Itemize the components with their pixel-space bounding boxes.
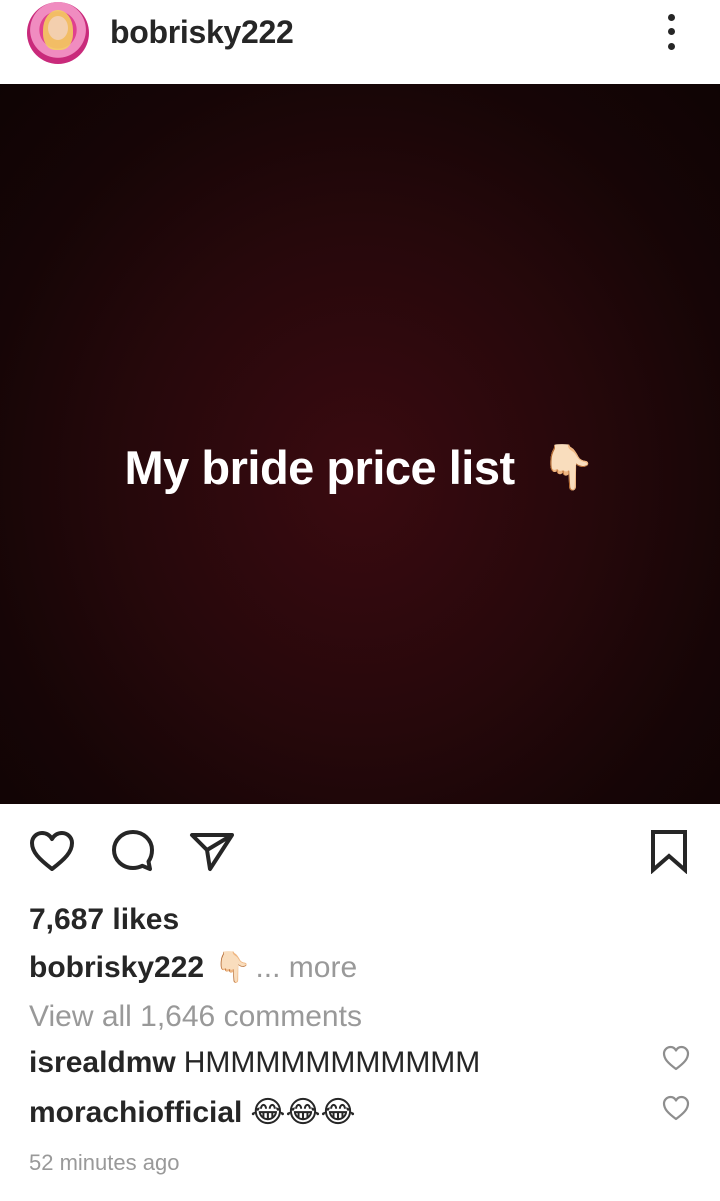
caption-more-link[interactable]: ... more xyxy=(255,951,357,985)
comment-row: isrealdmw HMMMMMMMMMMM xyxy=(29,1046,480,1080)
comment-text: 😂😂😂 xyxy=(250,1096,356,1129)
caption-emoji: 👇🏻 xyxy=(214,951,252,984)
comment-row: morachiofficial 😂😂😂 xyxy=(29,1095,356,1130)
comment-like-icon[interactable] xyxy=(662,1045,690,1071)
post-image-text: My bride price list xyxy=(124,441,516,494)
dot xyxy=(667,13,675,21)
post-image-caption: My bride price list 👇🏻 xyxy=(0,440,720,495)
dot xyxy=(667,43,675,51)
post-caption: bobrisky222 👇🏻 ... more xyxy=(29,950,357,985)
comment-like-icon[interactable] xyxy=(662,1095,690,1121)
likes-count[interactable]: 7,687 likes xyxy=(29,903,179,937)
comment-icon[interactable] xyxy=(107,822,159,880)
dot xyxy=(667,28,675,36)
action-bar xyxy=(0,822,720,882)
header-username[interactable]: bobrisky222 xyxy=(110,14,294,51)
comment-username[interactable]: isrealdmw xyxy=(29,1046,176,1079)
post-timestamp: 52 minutes ago xyxy=(29,1150,180,1175)
avatar[interactable] xyxy=(27,2,89,64)
pointing-down-emoji: 👇🏻 xyxy=(540,442,596,492)
bookmark-icon[interactable] xyxy=(643,822,695,880)
comment-text: HMMMMMMMMMMM xyxy=(183,1046,481,1079)
avatar-face xyxy=(48,16,68,40)
send-icon[interactable] xyxy=(186,822,238,880)
more-options-icon[interactable] xyxy=(656,10,686,54)
view-all-comments-link[interactable]: View all 1,646 comments xyxy=(29,1000,362,1034)
post-header: bobrisky222 xyxy=(0,0,720,84)
comment-username[interactable]: morachiofficial xyxy=(29,1096,242,1129)
heart-icon[interactable] xyxy=(26,822,78,880)
caption-username[interactable]: bobrisky222 xyxy=(29,951,204,985)
